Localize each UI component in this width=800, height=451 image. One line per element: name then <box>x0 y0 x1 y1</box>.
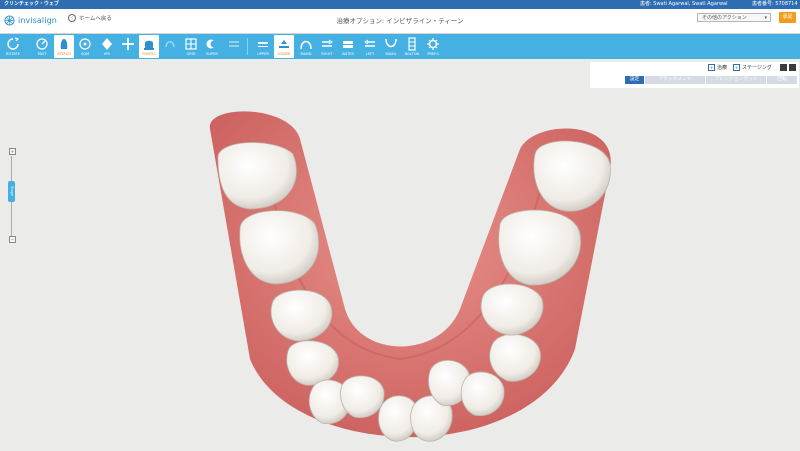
back-arrow-icon: ‹ <box>68 14 76 22</box>
upper-icon <box>258 42 268 47</box>
maxil-icon <box>385 38 397 48</box>
mand-tool-button[interactable]: MAND <box>296 35 316 58</box>
anter-tool-button[interactable]: ANTER <box>338 35 358 58</box>
invisalign-logo[interactable]: invisalign <box>4 13 57 27</box>
app-title: クリンチェック・ウェブ <box>4 1 59 7</box>
pontic-icon <box>144 40 154 50</box>
prefs-tool-button[interactable]: PREFS <box>423 35 443 58</box>
view-toolbar: ROTATE PAST ATTACH SQM IPR PONTIC GRID SUPER UPP… <box>0 34 800 59</box>
super-label: SUPER <box>206 52 218 56</box>
page-title: 治療オプション: インビザライン・ティーン <box>336 17 464 25</box>
past-label: PAST <box>37 52 47 56</box>
logo-icon <box>4 14 15 26</box>
rotate-tool-button[interactable]: ROTATE <box>3 35 23 58</box>
jaw-3d-viewport[interactable] <box>0 59 800 451</box>
mand-icon <box>300 40 312 50</box>
left-icon <box>364 39 375 47</box>
bolton-tool-button[interactable]: BOLTON <box>402 35 422 58</box>
super-icon <box>206 39 218 49</box>
home-link-label: ホームへ戻る <box>79 16 112 22</box>
chevron-down-icon: ▾ <box>764 15 767 21</box>
mesial-icon <box>165 41 175 48</box>
gear-icon <box>427 38 439 50</box>
diff-tool-button[interactable] <box>224 35 244 58</box>
prefs-label: PREFS <box>427 52 439 56</box>
toolbar-separator <box>247 38 248 55</box>
bolton-icon <box>408 37 416 51</box>
lower-tool-button[interactable]: LOWER <box>274 35 294 58</box>
move-icon <box>122 38 134 50</box>
top-status-bar: クリンチェック・ウェブ 患者: Swati Agarwal, Swati Aga… <box>0 0 800 9</box>
attach-icon <box>60 39 68 49</box>
past-tool-button[interactable]: PAST <box>32 35 52 58</box>
attach-label: ATTACH <box>57 52 71 56</box>
ipr-label: IPR <box>104 52 110 56</box>
left-label: LEFT <box>365 52 375 56</box>
grid-tool-button[interactable]: GRID <box>181 35 201 58</box>
move-tool-button[interactable] <box>118 35 138 58</box>
sqm-icon <box>79 38 91 50</box>
left-tool-button[interactable]: LEFT <box>360 35 380 58</box>
super-tool-button[interactable]: SUPER <box>202 35 222 58</box>
upper-label: UPPER <box>257 52 269 56</box>
more-actions-dropdown[interactable]: その他のアクション ▾ <box>697 13 771 22</box>
right-label: RIGHT <box>321 52 333 56</box>
grid-icon <box>185 38 197 50</box>
sqm-label: SQM <box>80 52 90 56</box>
maxil-tool-button[interactable]: MAXIL <box>381 35 401 58</box>
pontic-label: PONTIC <box>142 52 156 56</box>
doctor-info: 患者: Swati Agarwal, Swati Agarwal <box>640 1 728 7</box>
anter-label: ANTER <box>341 52 355 56</box>
home-link[interactable]: ‹ ホームへ戻る <box>68 14 112 22</box>
upper-tool-button[interactable]: UPPER <box>253 35 273 58</box>
ipr-tool-button[interactable]: IPR <box>97 35 117 58</box>
anter-icon <box>343 41 353 48</box>
grid-label: GRID <box>186 52 196 56</box>
rotate-icon <box>7 37 20 50</box>
more-actions-label: その他のアクション <box>702 15 747 21</box>
mesial-tool-button[interactable] <box>160 35 180 58</box>
maxil-label: MAXIL <box>385 52 397 56</box>
lower-label: LOWER <box>277 52 291 56</box>
right-tool-button[interactable]: RIGHT <box>317 35 337 58</box>
right-icon <box>322 39 333 47</box>
bolton-label: BOLTON <box>404 52 420 56</box>
diff-icon <box>229 41 239 47</box>
patient-id: 患者番号: 5708714 <box>752 1 798 7</box>
gauge-icon <box>36 38 48 50</box>
attach-tool-button[interactable]: ATTACH <box>54 35 74 58</box>
approve-button[interactable]: 承認 <box>779 12 796 23</box>
header-bar: invisalign ‹ ホームへ戻る 治療オプション: インビザライン・ティー… <box>0 9 800 34</box>
lower-icon <box>279 40 289 48</box>
pontic-tool-button[interactable]: PONTIC <box>139 35 159 58</box>
sqm-tool-button[interactable]: SQM <box>75 35 95 58</box>
logo-text: invisalign <box>18 15 57 25</box>
diamond-icon <box>102 38 112 50</box>
rotate-label: ROTATE <box>6 52 20 56</box>
mand-label: MAND <box>300 52 312 56</box>
